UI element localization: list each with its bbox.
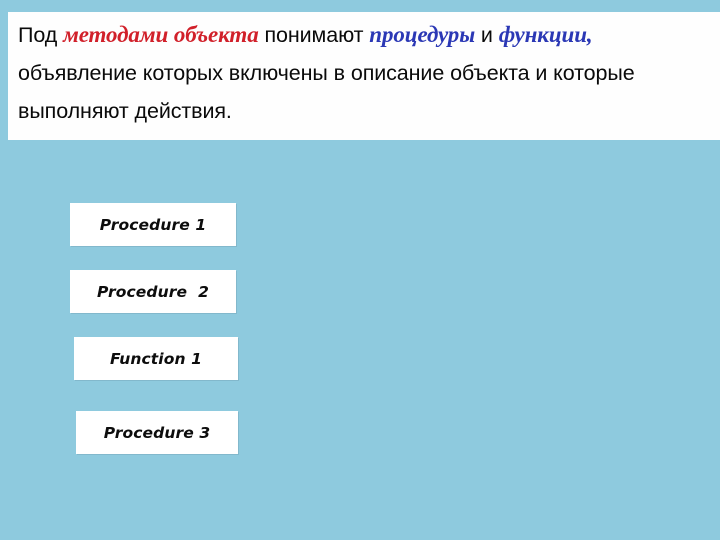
definition-text-part-3: понимают (258, 23, 370, 47)
definition-text-part-1: Под (18, 23, 64, 47)
definition-text-part-7: объявление которых включены в описание о… (18, 61, 635, 123)
slide-canvas: Под методами объекта понимают процедуры … (0, 0, 720, 540)
definition-emphasis-functions: функции, (498, 22, 593, 47)
method-box-procedure-3: Procedure 3 (76, 411, 238, 454)
method-box-function-1: Function 1 (74, 337, 238, 380)
definition-emphasis-methods-of-object: методами объекта (63, 22, 259, 47)
definition-paragraph: Под методами объекта понимают процедуры … (18, 16, 714, 130)
definition-emphasis-procedures: процедуры (369, 22, 476, 47)
definition-text-box: Под методами объекта понимают процедуры … (8, 12, 720, 140)
method-box-procedure-2: Procedure 2 (70, 270, 236, 313)
definition-text-part-5: и (475, 23, 499, 47)
method-box-procedure-1: Procedure 1 (70, 203, 236, 246)
